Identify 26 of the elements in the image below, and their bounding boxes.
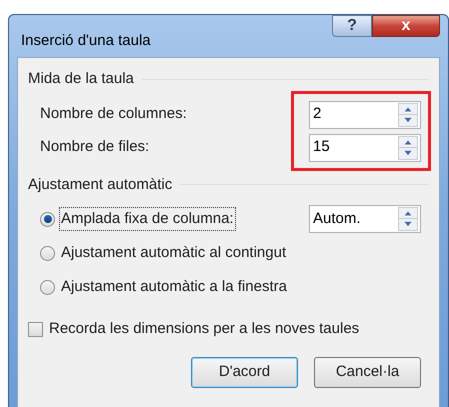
- checkbox-label: Recorda les dimensions per a les noves taules: [49, 319, 360, 339]
- group-title: Ajustament automàtic: [28, 174, 172, 194]
- field-label: Nombre de files:: [40, 137, 150, 158]
- radio-label: Ajustament automàtic a la finestra: [60, 276, 288, 297]
- field-value: 15: [312, 137, 331, 158]
- dialog-button[interactable]: Cancel·la: [314, 356, 421, 388]
- radio-label: Amplada fixa de columna:: [59, 206, 236, 232]
- radio-button[interactable]: [40, 212, 55, 226]
- checkbox[interactable]: [28, 322, 43, 337]
- spin-buttons[interactable]: [398, 207, 418, 231]
- radio-button[interactable]: [40, 280, 55, 294]
- number-field[interactable]: Autom.: [309, 205, 421, 233]
- window-title: Inserció d'una taula: [21, 31, 152, 51]
- spin-buttons[interactable]: [398, 136, 418, 160]
- radio-label: Ajustament automàtic al contingut: [60, 242, 288, 263]
- spin-buttons[interactable]: [398, 102, 418, 126]
- radio-button[interactable]: [40, 246, 55, 260]
- help-button[interactable]: ?: [332, 15, 372, 37]
- field-value: Autom.: [312, 208, 362, 229]
- group-title: Mida de la taula: [28, 69, 134, 89]
- field-label: Nombre de columnes:: [40, 104, 187, 124]
- number-field[interactable]: 15: [309, 134, 421, 162]
- number-field[interactable]: 2: [309, 100, 421, 128]
- close-button[interactable]: x: [372, 15, 440, 37]
- field-value: 2: [312, 104, 322, 124]
- dialog-button[interactable]: D'acord: [191, 356, 298, 388]
